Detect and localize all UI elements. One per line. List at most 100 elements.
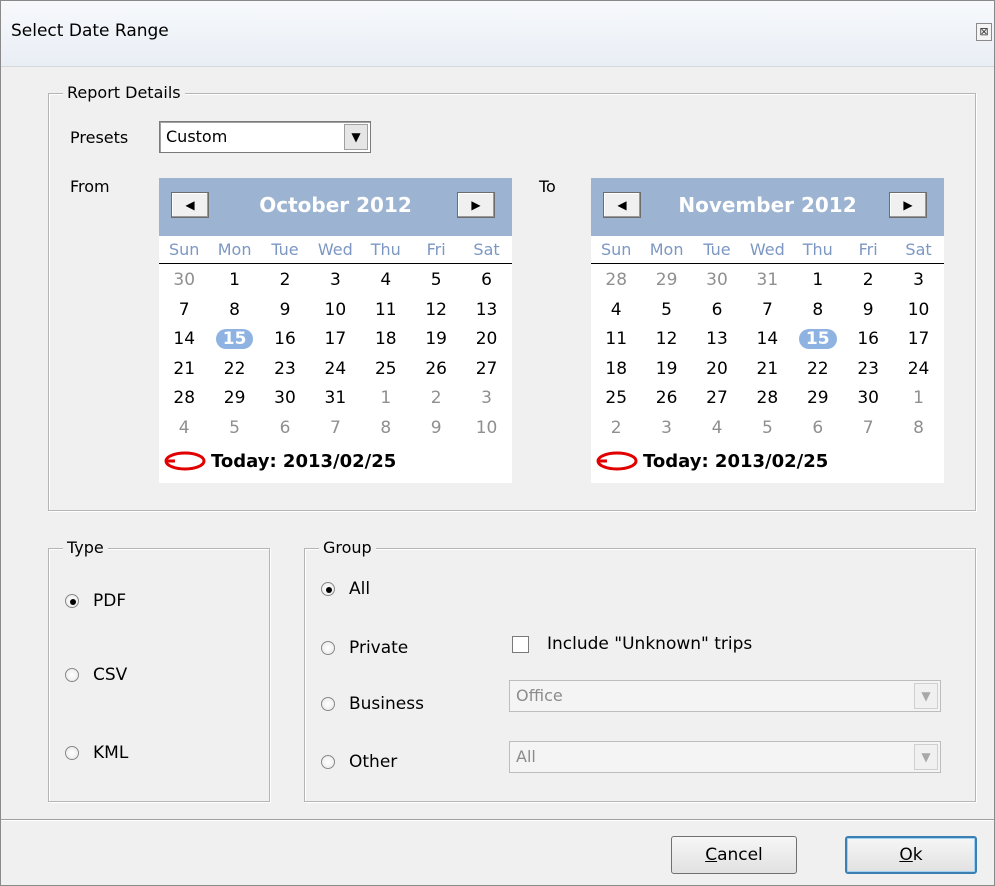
calendar-day[interactable]: 2	[260, 266, 310, 296]
calendar-day[interactable]: 20	[461, 325, 511, 355]
calendar-day[interactable]: 22	[793, 355, 843, 385]
calendar-day[interactable]: 3	[461, 384, 511, 414]
calendar-day[interactable]: 8	[793, 296, 843, 326]
calendar-day[interactable]: 27	[461, 355, 511, 385]
calendar-day[interactable]: 10	[461, 414, 511, 444]
calendar-day[interactable]: 3	[310, 266, 360, 296]
calendar-day[interactable]: 5	[742, 414, 792, 444]
presets-dropdown[interactable]: Custom ▼	[159, 121, 371, 153]
calendar-day[interactable]: 4	[159, 414, 209, 444]
calendar-day[interactable]: 2	[591, 414, 641, 444]
calendar-day[interactable]: 15	[209, 325, 259, 355]
calendar-day[interactable]: 7	[159, 296, 209, 326]
calendar-day[interactable]: 30	[843, 384, 893, 414]
calendar-day[interactable]: 5	[641, 296, 691, 326]
group-all-radio[interactable]: All	[321, 579, 370, 599]
from-calendar[interactable]: ◀ October 2012 ▶ Sun Mon Tue Wed Thu Fri Sat 3…	[159, 178, 512, 483]
calendar-day[interactable]: 1	[209, 266, 259, 296]
chevron-down-icon[interactable]: ▼	[344, 124, 368, 150]
group-business-radio[interactable]: Business	[321, 694, 424, 714]
calendar-day[interactable]: 9	[843, 296, 893, 326]
calendar-day[interactable]: 3	[641, 414, 691, 444]
cancel-button[interactable]: Cancel	[671, 836, 797, 874]
calendar-day[interactable]: 26	[641, 384, 691, 414]
calendar-day[interactable]: 25	[361, 355, 411, 385]
business-dropdown[interactable]: Office ▼	[509, 680, 941, 712]
calendar-day[interactable]: 31	[310, 384, 360, 414]
calendar-day[interactable]: 5	[411, 266, 461, 296]
chevron-down-icon[interactable]: ▼	[914, 744, 938, 770]
type-kml-radio[interactable]: KML	[65, 743, 128, 763]
calendar-day[interactable]: 9	[260, 296, 310, 326]
close-icon[interactable]: ⊠	[976, 23, 992, 41]
calendar-day[interactable]: 21	[742, 355, 792, 385]
group-private-radio[interactable]: Private	[321, 638, 408, 658]
calendar-day[interactable]: 4	[692, 414, 742, 444]
calendar-day[interactable]: 6	[461, 266, 511, 296]
title-bar[interactable]: Select Date Range ⊠	[1, 1, 994, 67]
calendar-day[interactable]: 12	[641, 325, 691, 355]
calendar-day[interactable]: 10	[893, 296, 943, 326]
radio-dot[interactable]	[65, 746, 79, 760]
calendar-day[interactable]: 29	[793, 384, 843, 414]
calendar-day[interactable]: 31	[742, 266, 792, 296]
calendar-day[interactable]: 6	[793, 414, 843, 444]
calendar-day[interactable]: 28	[742, 384, 792, 414]
calendar-day[interactable]: 26	[411, 355, 461, 385]
prev-month-icon[interactable]: ◀	[603, 192, 641, 218]
radio-dot[interactable]	[65, 668, 79, 682]
group-other-radio[interactable]: Other	[321, 752, 397, 772]
next-month-icon[interactable]: ▶	[889, 192, 927, 218]
calendar-day[interactable]: 15	[793, 325, 843, 355]
calendar-day[interactable]: 1	[361, 384, 411, 414]
calendar-day[interactable]: 2	[411, 384, 461, 414]
calendar-day[interactable]: 2	[843, 266, 893, 296]
today-link[interactable]: Today: 2013/02/25	[595, 446, 828, 476]
calendar-day[interactable]: 30	[692, 266, 742, 296]
prev-month-icon[interactable]: ◀	[171, 192, 209, 218]
to-calendar[interactable]: ◀ November 2012 ▶ Sun Mon Tue Wed Thu Fri Sat …	[591, 178, 944, 483]
calendar-day[interactable]: 10	[310, 296, 360, 326]
other-dropdown[interactable]: All ▼	[509, 741, 941, 773]
calendar-day[interactable]: 1	[793, 266, 843, 296]
calendar-day[interactable]: 8	[893, 414, 943, 444]
calendar-day[interactable]: 7	[310, 414, 360, 444]
calendar-day[interactable]: 8	[361, 414, 411, 444]
calendar-day[interactable]: 11	[361, 296, 411, 326]
calendar-day[interactable]: 21	[159, 355, 209, 385]
checkbox-box[interactable]	[512, 635, 529, 653]
include-unknown-checkbox[interactable]: Include "Unknown" trips	[512, 634, 752, 654]
radio-dot[interactable]	[321, 582, 335, 596]
calendar-day[interactable]: 13	[692, 325, 742, 355]
calendar-day[interactable]: 18	[591, 355, 641, 385]
calendar-day[interactable]: 8	[209, 296, 259, 326]
calendar-day[interactable]: 9	[411, 414, 461, 444]
calendar-day[interactable]: 30	[159, 266, 209, 296]
calendar-day[interactable]: 25	[591, 384, 641, 414]
calendar-day[interactable]: 13	[461, 296, 511, 326]
calendar-day[interactable]: 1	[893, 384, 943, 414]
radio-dot[interactable]	[321, 697, 335, 711]
calendar-day[interactable]: 16	[843, 325, 893, 355]
calendar-day[interactable]: 29	[641, 266, 691, 296]
calendar-day[interactable]: 22	[209, 355, 259, 385]
calendar-day[interactable]: 24	[310, 355, 360, 385]
next-month-icon[interactable]: ▶	[457, 192, 495, 218]
calendar-day[interactable]: 17	[310, 325, 360, 355]
calendar-day[interactable]: 17	[893, 325, 943, 355]
radio-dot[interactable]	[321, 641, 335, 655]
calendar-day[interactable]: 6	[692, 296, 742, 326]
calendar-day[interactable]: 23	[260, 355, 310, 385]
calendar-day[interactable]: 19	[411, 325, 461, 355]
calendar-day[interactable]: 19	[641, 355, 691, 385]
calendar-day[interactable]: 16	[260, 325, 310, 355]
calendar-day[interactable]: 14	[742, 325, 792, 355]
calendar-day[interactable]: 12	[411, 296, 461, 326]
ok-button[interactable]: Ok	[845, 836, 977, 874]
calendar-day[interactable]: 20	[692, 355, 742, 385]
chevron-down-icon[interactable]: ▼	[914, 683, 938, 709]
calendar-day[interactable]: 24	[893, 355, 943, 385]
calendar-day[interactable]: 29	[209, 384, 259, 414]
calendar-day[interactable]: 11	[591, 325, 641, 355]
calendar-day[interactable]: 23	[843, 355, 893, 385]
